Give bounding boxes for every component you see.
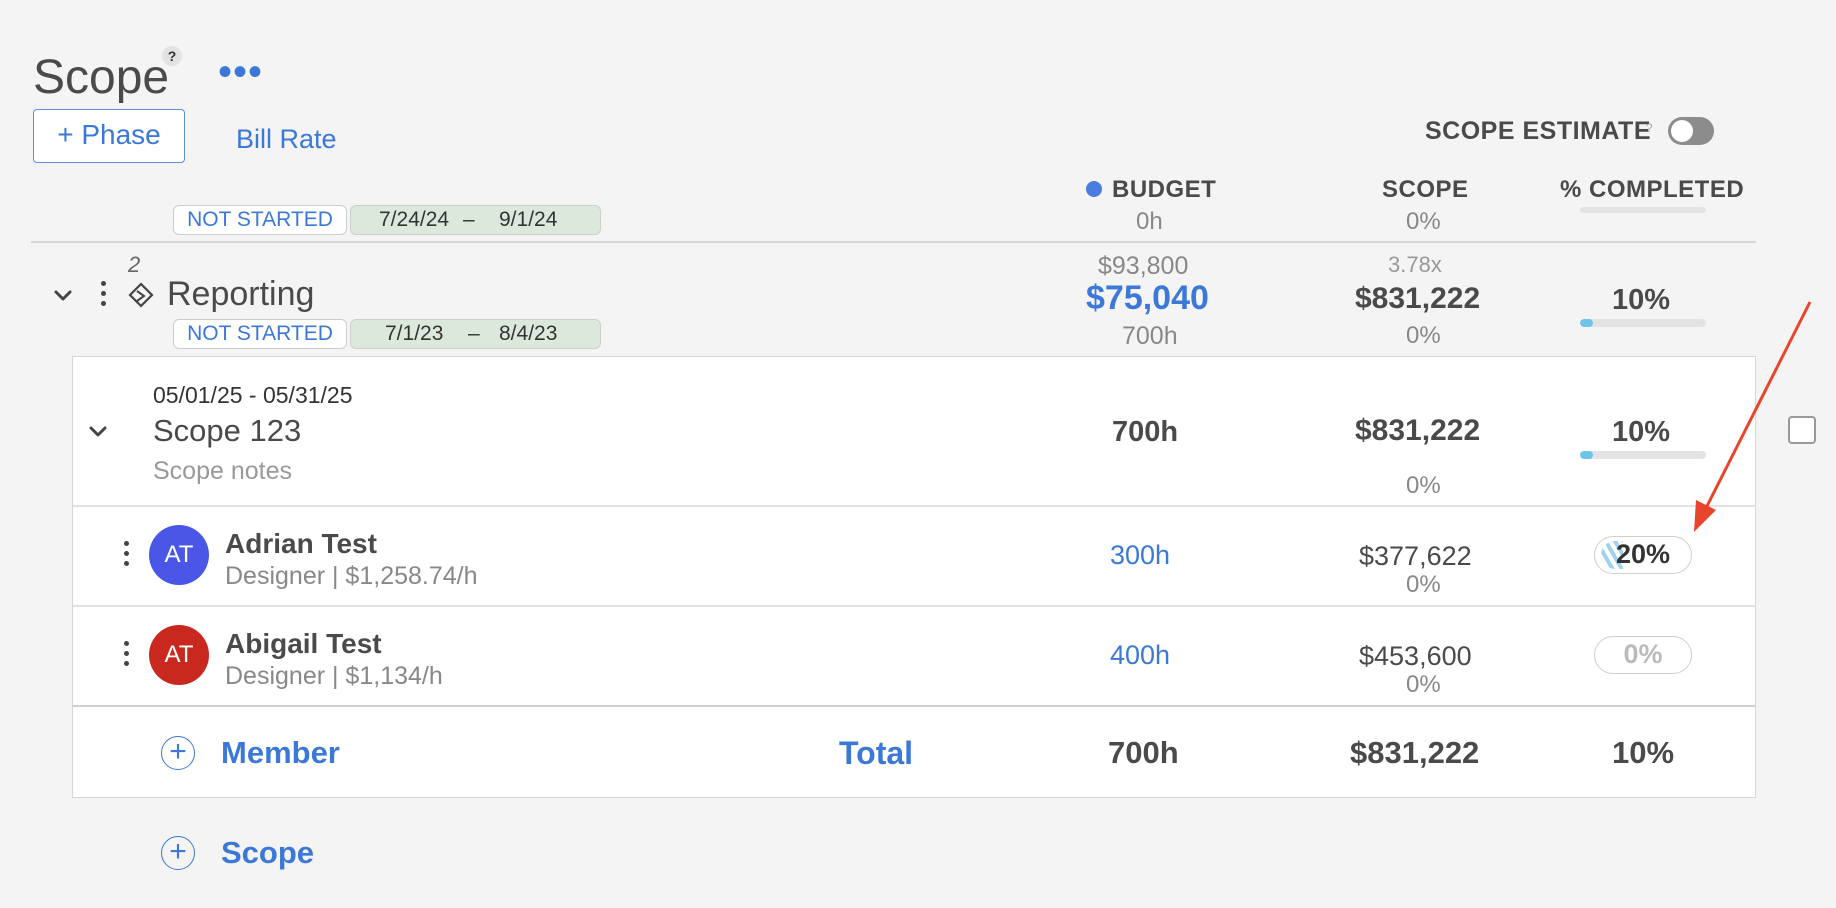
- bill-rate-link[interactable]: Bill Rate: [236, 124, 337, 155]
- scope-name[interactable]: Scope 123: [153, 413, 301, 449]
- scope-completed-pct: 10%: [1612, 416, 1671, 448]
- phase-diamond-icon: [128, 282, 154, 308]
- member-name[interactable]: Abigail Test: [225, 628, 382, 660]
- scope-notes[interactable]: Scope notes: [153, 457, 292, 486]
- member-pct: 0%: [1406, 571, 1441, 598]
- phase-end-date: 8/4/23: [499, 322, 558, 345]
- more-options-icon[interactable]: •••: [218, 52, 263, 92]
- member-menu-icon[interactable]: [124, 541, 130, 571]
- phase-drag-handle-icon[interactable]: [101, 281, 107, 311]
- member-role: Designer | $1,258.74/h: [225, 562, 478, 590]
- add-scope-button[interactable]: Scope: [221, 835, 314, 871]
- member-name[interactable]: Adrian Test: [225, 528, 377, 560]
- phase-scope-amount: $831,222: [1355, 282, 1481, 315]
- add-scope-icon[interactable]: +: [161, 836, 195, 870]
- add-member-button[interactable]: Member: [221, 735, 340, 771]
- annotation-arrow-icon: [1694, 301, 1812, 532]
- scope-progress-fill: [1580, 451, 1593, 459]
- page-title: Scope: [33, 51, 170, 104]
- column-header-completed: % COMPLETED: [1560, 176, 1745, 203]
- phase-progress-fill: [1580, 319, 1593, 327]
- member-hours[interactable]: 300h: [1110, 540, 1170, 571]
- column-header-budget: BUDGET: [1112, 176, 1217, 203]
- scope-estimate-label: SCOPE ESTIMATE: [1425, 117, 1652, 145]
- row-divider: [73, 605, 1755, 607]
- total-amount: $831,222: [1350, 735, 1480, 770]
- prev-phase-date-range[interactable]: 7/24/24 – 9/1/24: [350, 205, 601, 235]
- toggle-knob: [1671, 120, 1693, 142]
- phase-budget-hours: 700h: [1122, 322, 1178, 350]
- prev-phase-scope-pct: 0%: [1406, 208, 1441, 235]
- prev-phase-status-badge[interactable]: NOT STARTED: [173, 205, 347, 235]
- phase-scope-multiplier: 3.78x: [1388, 252, 1442, 277]
- budget-status-dot-icon: [1086, 181, 1102, 197]
- total-label: Total: [839, 735, 914, 771]
- phase-name[interactable]: Reporting: [167, 275, 314, 314]
- member-completed-input[interactable]: 20%: [1594, 536, 1692, 574]
- avatar: AT: [149, 625, 209, 685]
- phase-date-range[interactable]: 7/1/23 – 8/4/23: [350, 319, 601, 349]
- member-completed-value: 20%: [1615, 539, 1671, 569]
- phase-budget-top: $93,800: [1098, 252, 1189, 280]
- chevron-down-icon[interactable]: [87, 420, 109, 442]
- scope-hours: 700h: [1112, 416, 1179, 448]
- date-dash: –: [468, 322, 480, 345]
- prev-phase-budget-hours: 0h: [1136, 208, 1163, 235]
- scope-pct: 0%: [1406, 472, 1441, 499]
- member-pct: 0%: [1406, 671, 1441, 698]
- member-role: Designer | $1,134/h: [225, 662, 443, 690]
- member-completed-value: 0%: [1623, 639, 1663, 669]
- row-divider: [73, 705, 1755, 707]
- scope-dates: 05/01/25 - 05/31/25: [153, 382, 353, 408]
- phase-scope-pct: 0%: [1406, 322, 1441, 349]
- member-amount: $453,600: [1359, 641, 1472, 671]
- scope-estimate-help-icon[interactable]: ?: [1646, 121, 1653, 135]
- scope-amount: $831,222: [1355, 414, 1481, 447]
- total-hours: 700h: [1108, 735, 1179, 770]
- prev-phase-start-date: 7/24/24: [379, 208, 450, 231]
- member-hours[interactable]: 400h: [1110, 640, 1170, 671]
- chevron-down-icon[interactable]: [52, 284, 74, 306]
- member-completed-input[interactable]: 0%: [1594, 636, 1692, 674]
- member-amount: $377,622: [1359, 541, 1472, 571]
- date-dash: –: [463, 208, 475, 231]
- total-completed: 10%: [1612, 735, 1675, 770]
- member-menu-icon[interactable]: [124, 641, 130, 671]
- phase-divider: [31, 241, 1756, 243]
- phase-number: 2: [128, 252, 141, 277]
- prev-phase-end-date: 9/1/24: [499, 208, 558, 231]
- prev-phase-progress-bar: [1580, 207, 1706, 213]
- scope-estimate-toggle[interactable]: [1668, 117, 1714, 145]
- avatar: AT: [149, 525, 209, 585]
- row-divider: [73, 505, 1755, 507]
- phase-budget-main[interactable]: $75,040: [1086, 279, 1209, 318]
- phase-start-date: 7/1/23: [385, 322, 444, 345]
- add-member-icon[interactable]: +: [161, 736, 195, 770]
- phase-completed-pct: 10%: [1612, 284, 1671, 316]
- add-phase-button[interactable]: + Phase: [33, 109, 185, 163]
- help-icon[interactable]: ?: [162, 46, 182, 66]
- phase-status-badge[interactable]: NOT STARTED: [173, 319, 347, 349]
- column-header-scope: SCOPE: [1382, 176, 1469, 203]
